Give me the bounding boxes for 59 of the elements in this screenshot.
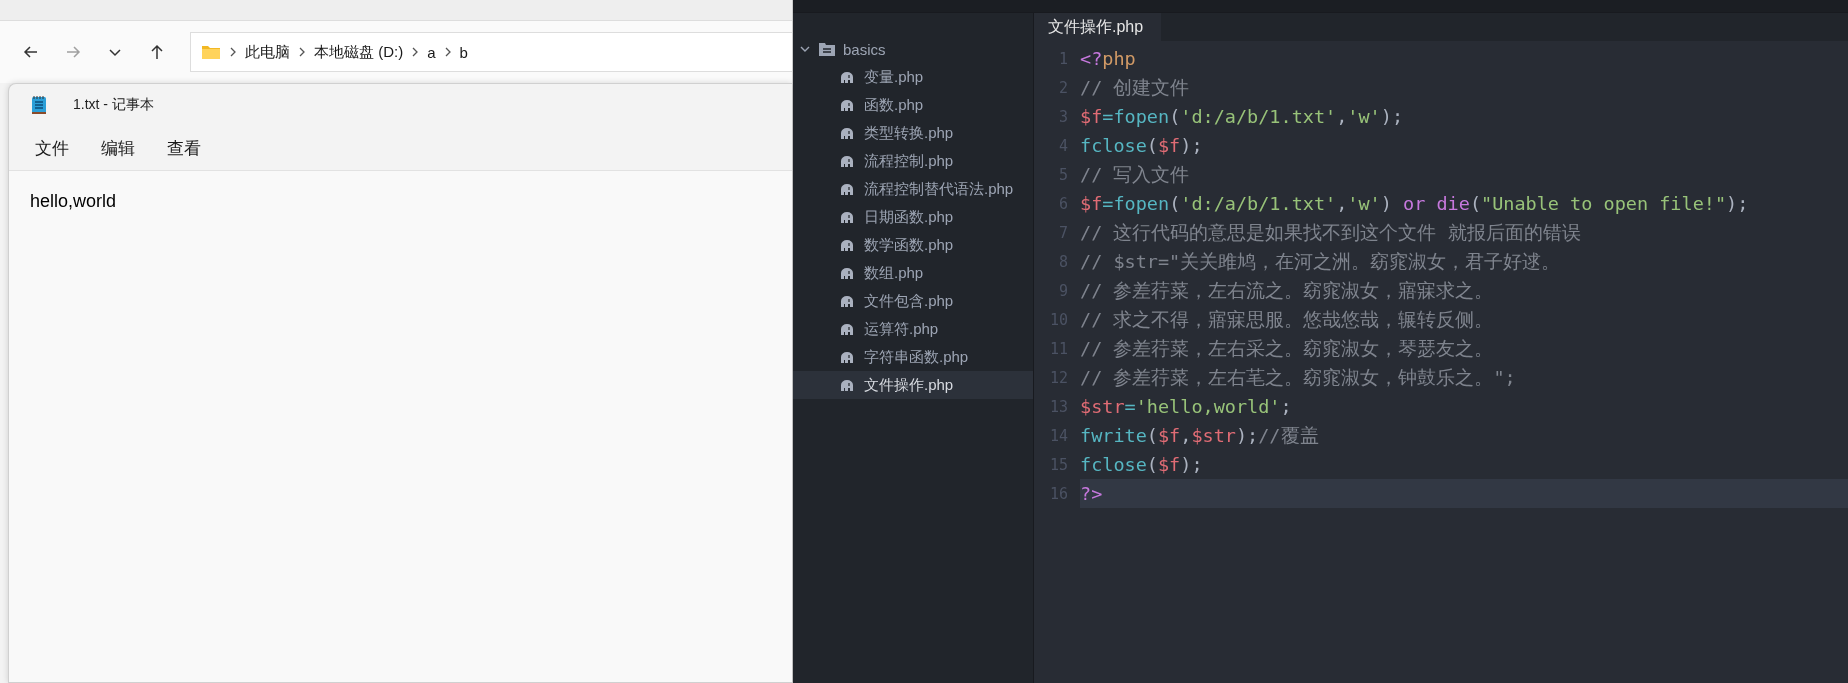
- breadcrumb-item[interactable]: b: [459, 43, 468, 61]
- file-item[interactable]: 文件包含.php: [793, 287, 1033, 315]
- code-text: // 参差荇菜，左右采之。窈窕淑女，琴瑟友之。: [1080, 337, 1495, 361]
- document-text: hello,world: [30, 191, 117, 211]
- breadcrumb-item[interactable]: 本地磁盘 (D:): [314, 42, 404, 62]
- folder-icon: [819, 42, 835, 56]
- file-item[interactable]: 流程控制替代语法.php: [793, 175, 1033, 203]
- notepad-icon: [31, 95, 47, 115]
- folder-name[interactable]: basics: [843, 40, 886, 58]
- chevron-right-icon: [229, 47, 237, 57]
- file-item[interactable]: 类型转换.php: [793, 119, 1033, 147]
- elephant-icon: [839, 322, 856, 336]
- elephant-icon: [839, 70, 856, 84]
- elephant-icon: [839, 294, 856, 308]
- code-text: // 参差荇菜，左右流之。窈窕淑女，寤寐求之。: [1080, 279, 1495, 303]
- elephant-icon: [839, 378, 856, 392]
- breadcrumb-item[interactable]: a: [427, 43, 436, 61]
- file-item[interactable]: 字符串函数.php: [793, 343, 1033, 371]
- code-text: $f=fopen('d:/a/b/1.txt','w') or die("Unable to open file!");: [1080, 192, 1750, 216]
- file-item[interactable]: 函数.php: [793, 91, 1033, 119]
- code-text: fclose($f);: [1080, 453, 1204, 477]
- code-text: <?php: [1080, 47, 1137, 71]
- address-bar[interactable]: 此电脑 本地磁盘 (D:) a b: [190, 32, 792, 72]
- elephant-icon: [839, 98, 856, 112]
- breadcrumb-item[interactable]: 此电脑: [245, 42, 290, 62]
- file-item[interactable]: 数组.php: [793, 259, 1033, 287]
- code-text: // 参差荇菜，左右芼之。窈窕淑女，钟鼓乐之。";: [1080, 366, 1517, 390]
- chevron-right-icon: [411, 47, 420, 57]
- elephant-icon: [839, 154, 856, 168]
- file-item[interactable]: 流程控制.php: [793, 147, 1033, 175]
- code-text: ?>: [1080, 479, 1848, 508]
- menu-item[interactable]: 查看: [159, 132, 217, 164]
- elephant-icon: [839, 126, 856, 140]
- elephant-icon: [839, 350, 856, 364]
- folder-icon: [201, 44, 221, 60]
- code-text: // 这行代码的意思是如果找不到这个文件 就报后面的错误: [1080, 221, 1582, 245]
- file-item[interactable]: 数学函数.php: [793, 231, 1033, 259]
- elephant-icon: [839, 182, 856, 196]
- file-item[interactable]: 文件操作.php: [793, 371, 1033, 399]
- elephant-icon: [839, 266, 856, 280]
- file-item[interactable]: 变量.php: [793, 63, 1033, 91]
- elephant-icon: [839, 210, 856, 224]
- menu-item[interactable]: 文件: [27, 132, 85, 164]
- code-text: // 写入文件: [1080, 163, 1191, 187]
- code-text: // $str="关关雎鸠，在河之洲。窈窕淑女，君子好逑。: [1080, 250, 1562, 274]
- file-tab[interactable]: 文件操作.php: [1034, 13, 1162, 41]
- chevron-right-icon: [298, 47, 306, 57]
- file-item[interactable]: 日期函数.php: [793, 203, 1033, 231]
- elephant-icon: [839, 238, 856, 252]
- code-text: // 创建文件: [1080, 76, 1191, 100]
- code-text: fclose($f);: [1080, 134, 1204, 158]
- code-text: $f=fopen('d:/a/b/1.txt','w');: [1080, 105, 1405, 129]
- code-text: $str='hello,world';: [1080, 395, 1293, 419]
- chevron-right-icon: [443, 47, 452, 57]
- code-text: // 求之不得，寤寐思服。悠哉悠哉，辗转反侧。: [1080, 308, 1495, 332]
- menu-item[interactable]: 编辑: [93, 132, 151, 164]
- code-text: fwrite($f,$str);//覆盖: [1080, 424, 1320, 448]
- window-title: 1.txt - 记事本: [73, 96, 154, 114]
- file-item[interactable]: 运算符.php: [793, 315, 1033, 343]
